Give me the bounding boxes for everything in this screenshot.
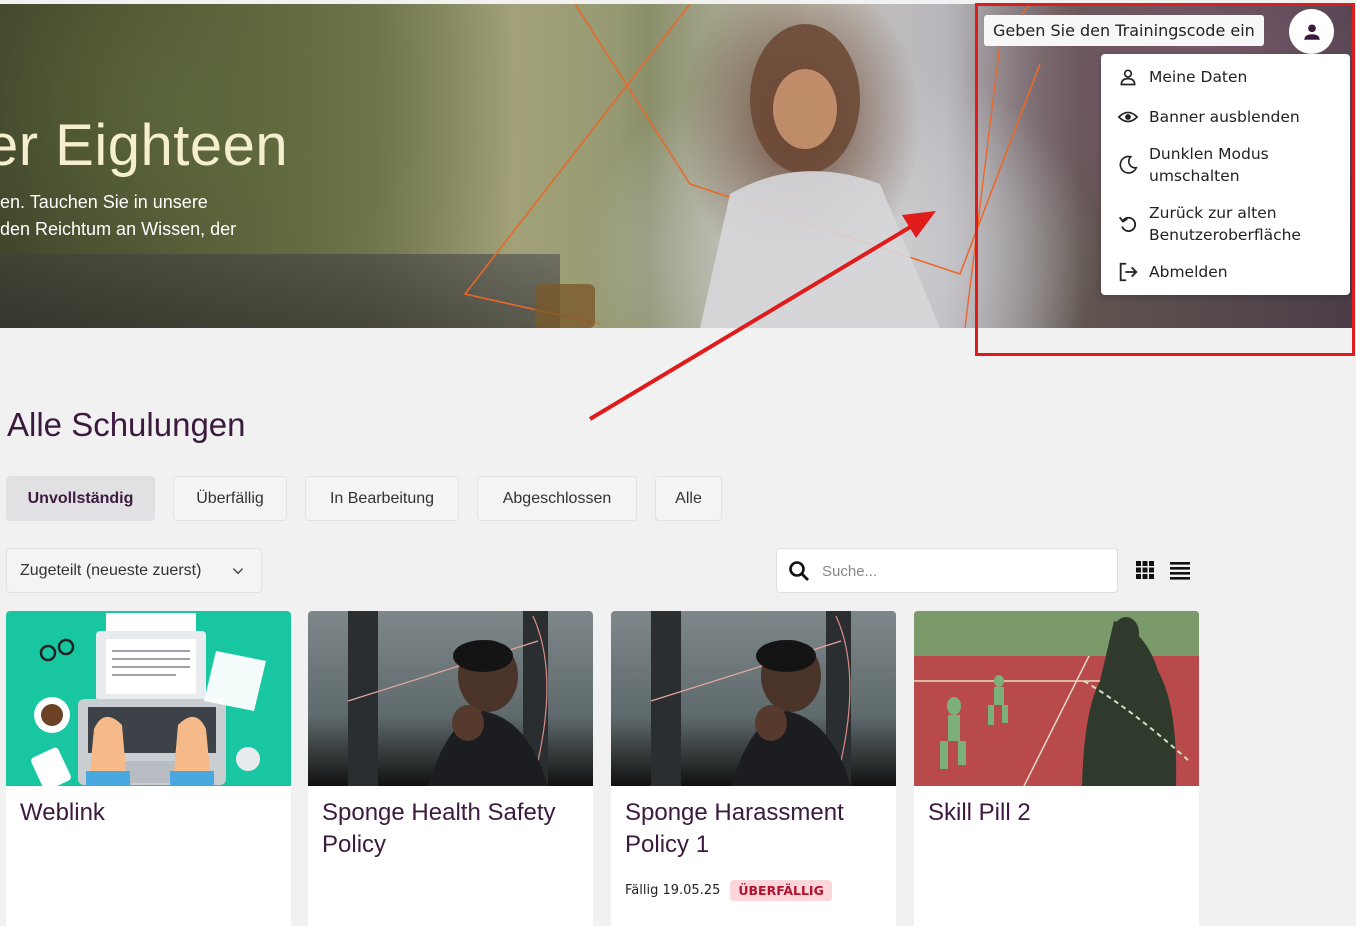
card-title: Skill Pill 2 [928,799,1031,826]
grid-view-icon [1136,561,1154,579]
card-thumbnail-man [308,611,593,786]
card-thumbnail-laptop [6,611,291,786]
filter-in-bearbeitung[interactable]: In Bearbeitung [305,476,459,521]
page-title: Alle Schulungen [7,406,246,443]
sort-selected-value: Zugeteilt (neueste zuerst) [20,561,202,579]
card-title: Weblink [20,799,105,826]
training-card[interactable]: Weblink [6,611,291,926]
search-box [776,548,1118,593]
search-icon [789,561,809,581]
chevron-down-icon [232,568,244,575]
overdue-badge: ÜBERFÄLLIG [730,880,832,901]
due-date-text: Fällig 19.05.25 [625,883,721,898]
grid-view-button[interactable] [1133,558,1157,582]
card-title: Sponge Health Safety Policy [322,799,556,858]
search-input[interactable] [822,559,1102,583]
training-card[interactable]: Sponge Health Safety Policy [308,611,593,926]
filter-ueberfaellig[interactable]: Überfällig [173,476,287,521]
list-view-button[interactable] [1168,558,1192,582]
card-thumbnail-man [611,611,896,786]
filter-unvollstaendig[interactable]: Unvollständig [6,476,155,521]
training-card[interactable]: Skill Pill 2 [914,611,1199,926]
card-thumbnail-runners [914,611,1199,786]
due-date-row: Fällig 19.05.25 ÜBERFÄLLIG [625,880,832,901]
filter-abgeschlossen[interactable]: Abgeschlossen [477,476,637,521]
filter-alle[interactable]: Alle [655,476,722,521]
list-view-icon [1170,562,1190,580]
card-title: Sponge Harassment Policy 1 [625,799,844,858]
training-card[interactable]: Sponge Harassment Policy 1 Fällig 19.05.… [611,611,896,926]
sort-select[interactable]: Zugeteilt (neueste zuerst) [6,548,262,593]
